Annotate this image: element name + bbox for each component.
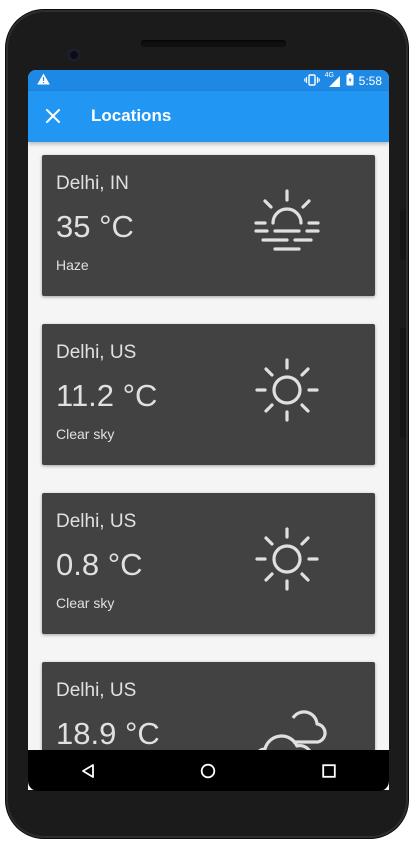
status-bar: 4G 5:58 <box>28 70 389 91</box>
temperature: 0.8 °C <box>56 547 143 582</box>
navigation-bar <box>28 750 389 791</box>
haze-icon <box>254 189 320 251</box>
location-name: Delhi, US <box>56 680 137 701</box>
temperature: 35 °C <box>56 209 134 244</box>
battery-icon <box>346 73 354 89</box>
location-name: Delhi, IN <box>56 173 129 194</box>
home-icon <box>201 763 216 778</box>
weather-description: Clear sky <box>56 595 115 611</box>
temperature: 18.9 °C <box>56 716 160 751</box>
status-icons: 4G 5:58 <box>303 72 382 89</box>
page-title: Locations <box>91 106 172 125</box>
signal-icon: 4G <box>325 72 341 88</box>
volume-button <box>400 210 406 260</box>
location-card[interactable]: Delhi, US 11.2 °C Clear sky <box>42 324 375 465</box>
power-button <box>400 328 406 438</box>
close-button[interactable] <box>40 103 66 129</box>
app-screen: 4G 5:58 Locations Delhi, IN 35 °C Haze D… <box>28 70 389 790</box>
location-card[interactable]: Delhi, US 0.8 °C Clear sky <box>42 493 375 634</box>
weather-description: Haze <box>56 257 89 273</box>
temperature: 11.2 °C <box>56 378 158 413</box>
back-icon <box>82 763 95 778</box>
weather-description: Clear sky <box>56 426 115 442</box>
warning-icon <box>37 73 50 88</box>
recents-button[interactable] <box>309 751 349 791</box>
location-name: Delhi, US <box>56 342 137 363</box>
back-button[interactable] <box>68 751 108 791</box>
sun-icon <box>255 358 319 422</box>
recents-icon <box>322 763 336 778</box>
front-camera <box>67 48 81 62</box>
speaker-grille <box>141 40 286 47</box>
location-card[interactable]: Delhi, IN 35 °C Haze <box>42 155 375 296</box>
location-name: Delhi, US <box>56 511 137 532</box>
sun-icon <box>255 527 319 591</box>
status-time: 5:58 <box>358 74 382 88</box>
app-bar: Locations <box>28 91 389 142</box>
close-icon <box>46 109 60 123</box>
vibrate-icon <box>303 73 320 89</box>
home-button[interactable] <box>188 751 228 791</box>
